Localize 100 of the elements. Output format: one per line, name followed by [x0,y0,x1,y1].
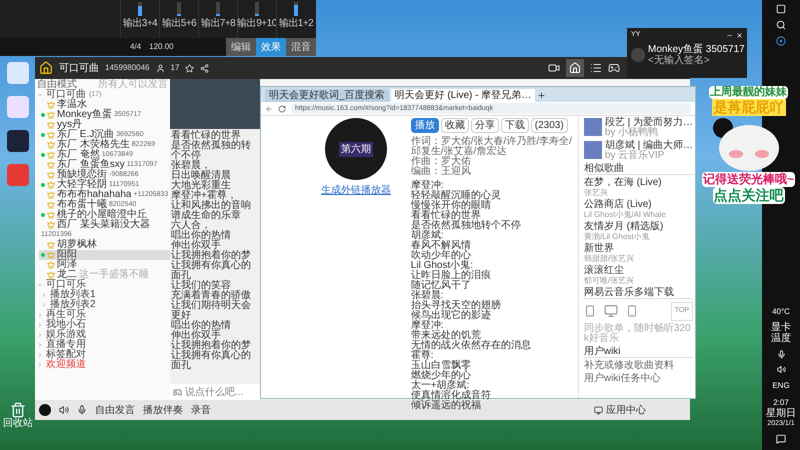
channel-row[interactable]: 欢迎频道 [35,360,170,370]
lyric-line: 候鸟出现它的影迹 [410,311,492,321]
language-indicator[interactable]: ENG [772,380,790,392]
emoji-icon[interactable] [173,388,182,396]
action-button[interactable]: (2303) [530,118,568,133]
app-center-label[interactable]: 应用中心 [606,402,646,418]
chat-line: 伸出你双手 [171,331,221,341]
mixer-tab[interactable]: 编辑 [226,38,256,56]
notification-icon[interactable] [776,434,786,444]
back-icon[interactable] [265,104,273,112]
mixer-tab[interactable]: 混音 [286,38,316,56]
browser-tab[interactable]: 明天会更好歌词_百度搜索 [265,89,389,102]
app-icon[interactable] [776,36,786,46]
recycle-bin-icon[interactable] [10,402,26,418]
member-row[interactable]: 桃子的小屋暗澄中丘 [39,210,170,220]
player-link[interactable]: 生成外链播放器 [320,183,391,198]
channel-name: 标签配对 [46,350,86,360]
app-icon[interactable] [7,130,29,152]
meter-value: 4/4 [130,41,142,53]
wiki-link[interactable]: 用户wiki任务中心 [584,374,693,384]
member-row[interactable]: 阳阳 [39,250,170,260]
member-name: 胡萝枫林 [57,240,97,250]
song-title[interactable]: 新世界 [584,244,693,254]
speaker-icon[interactable] [776,365,786,374]
new-tab-icon[interactable] [537,91,546,100]
icon-label: 回收站 [3,418,33,429]
channel-name: 娱乐游戏 [46,330,86,340]
home-icon[interactable] [566,59,584,77]
overlay-caption: 是苒屁屁吖 [712,99,786,116]
share-icon[interactable] [200,64,210,72]
star-icon[interactable] [185,64,194,72]
action-button[interactable]: 收藏 [440,118,469,133]
toolbar-button[interactable]: 录音 [191,402,211,418]
clock-time: 2:07 [773,398,789,408]
playlist-cover[interactable] [584,118,602,136]
channel-row[interactable]: 再生可乐 [35,310,170,320]
action-button[interactable]: 下载 [500,118,529,133]
lyric-line: 燃烧少年的心 [410,371,472,381]
speaker-icon[interactable] [59,405,69,415]
channel-name: 我地小石 [46,320,86,330]
channel-row[interactable]: 我地小石 [35,320,170,330]
chat-line: 大地光彩重生 [171,181,232,191]
phone-icon[interactable] [626,304,638,318]
wiki-link[interactable]: 补充或修改歌曲资料 [584,360,693,370]
channel-row[interactable]: 娱乐游戏 [35,330,170,340]
avatar-icon[interactable] [39,404,51,416]
action-button[interactable]: 播放 [410,118,439,133]
playlist-title[interactable]: 段艺 | 为爱而努力… [604,118,693,128]
chat-line: 让我拥有你真心的面孔 [171,351,252,371]
overlay-caption: 点点关注吧 [712,187,784,204]
channel-row[interactable]: 播放列表1 [39,290,170,300]
member-name: 龙二 [57,270,77,280]
browser-tab[interactable]: 明天会更好 (Live) - 摩登兄弟… [390,89,536,102]
chat-line: 让我们的笑容 [171,281,231,291]
song-title[interactable]: 公路商店 (Live) [584,200,693,210]
chat-line: 唱出你的热情 [171,231,232,241]
member-row[interactable]: 胡萝枫林 [39,240,170,250]
toolbar-button[interactable]: 自由发言 [95,402,135,418]
close-icon[interactable] [736,32,743,39]
playlist-cover[interactable] [584,141,602,159]
channel-row[interactable]: 直播专用 [35,340,170,350]
crown-icon [47,191,55,199]
playlist-title[interactable]: 胡彦斌 | 编曲大师… [604,141,693,151]
refresh-icon[interactable] [278,104,286,112]
member-row[interactable]: yys丹 [39,120,170,130]
channel-row[interactable]: 播放列表2 [39,300,170,310]
video-icon[interactable] [548,62,560,74]
chat-line: 让我们期待明天会更好 [171,301,252,321]
song-title[interactable]: 在梦，在海 (Live) [584,178,693,188]
desktop-icon[interactable] [602,304,620,318]
member-row[interactable]: 阿泽 [39,260,170,270]
lyric-line: 让昨日脸上的泪痕 [410,271,492,281]
playlist-author: by 云音乐VIP [604,151,666,161]
section-heading: 相似歌曲 [584,164,693,175]
channel-row[interactable]: 可口可乐 [35,280,170,290]
channel-name: 可口可乐 [46,280,86,290]
action-button[interactable]: 分享 [470,118,499,133]
member-row[interactable]: 龙二 这一手盛落不睡 [39,270,170,280]
member-name: 李温水 [57,100,87,110]
song-title[interactable]: 友情岁月 (精选版) [584,222,693,232]
channel-label: 输出7+8 [200,18,236,29]
song-title[interactable]: 滚滚红尘 [584,266,693,276]
home-icon[interactable] [39,61,53,75]
member-row[interactable]: 李温水 [39,100,170,110]
channel-row[interactable]: 标签配对 [35,350,170,360]
search-icon[interactable] [776,20,786,30]
app-center-icon[interactable] [594,406,603,414]
mic-icon[interactable] [776,350,786,359]
toolbar-button[interactable]: 播放伴奏 [143,402,183,418]
gamepad-icon[interactable] [608,62,620,74]
chat-input[interactable]: 说点什么吧... [170,384,260,400]
lyric-line: 摩登冲: [410,181,444,191]
phone-icon[interactable] [584,304,596,318]
lyric-line: 慢慢张开你的眼睛 [410,201,492,211]
song-artist: 黄渤/Lil Ghost小鬼 [584,232,651,241]
member-name: 大轻字轻阴 [57,180,107,190]
mic-icon[interactable] [77,405,87,415]
member-name: Monkey鱼蛋 [57,110,112,120]
mode-label: 自由模式 [37,80,77,90]
message-input[interactable]: 说点什么吧... [185,384,257,400]
